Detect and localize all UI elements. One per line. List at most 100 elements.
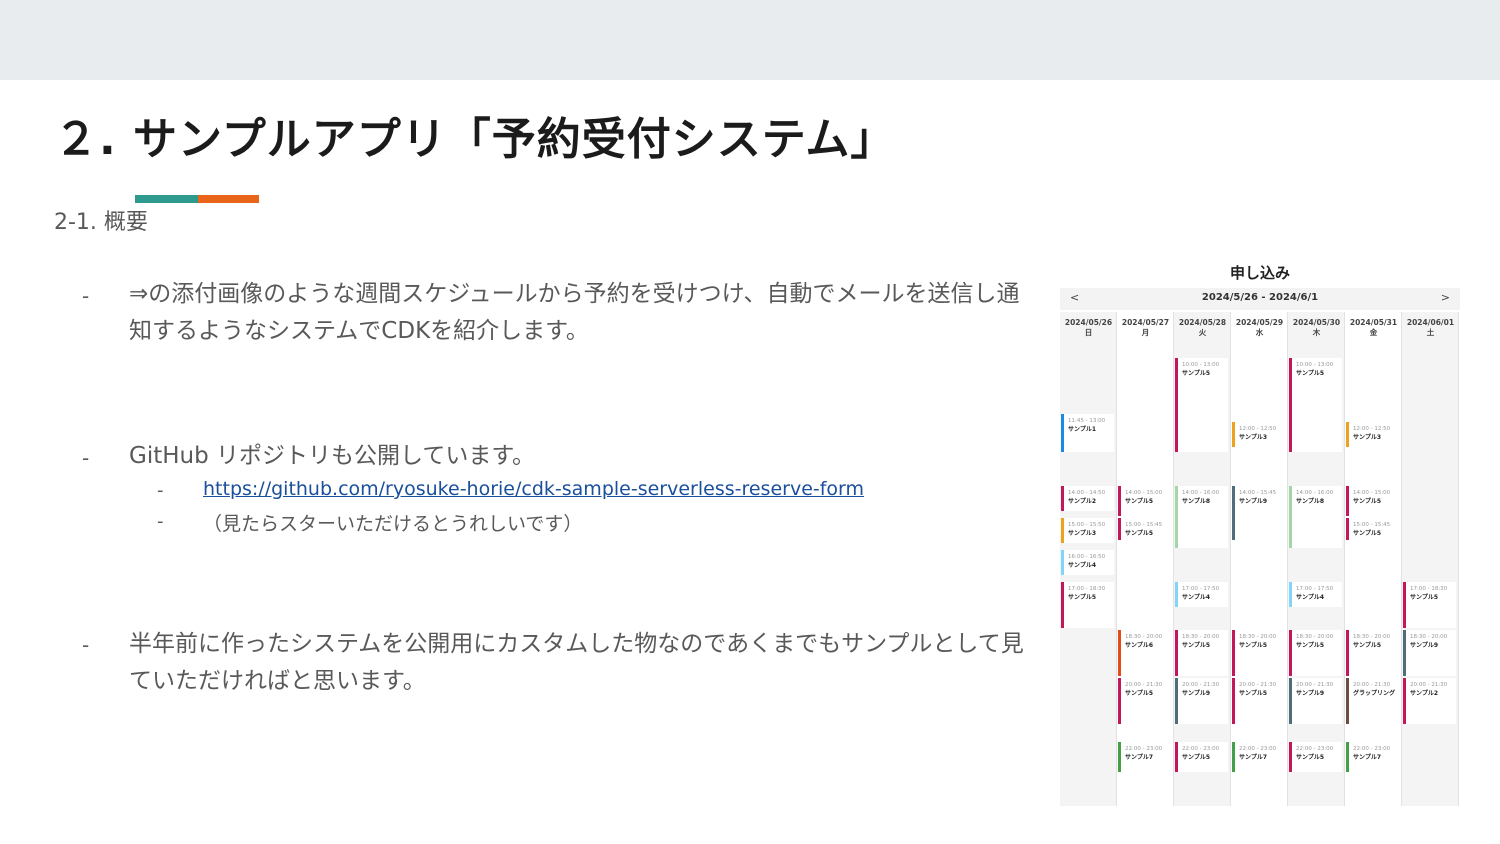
calendar-event-time: 17:00 - 18:30: [1410, 586, 1448, 592]
calendar-event-time: 20:00 - 21:30: [1182, 682, 1220, 688]
calendar-event-time: 16:00 - 16:50: [1068, 554, 1106, 560]
calendar-event-name: サンプル3: [1353, 434, 1381, 441]
calendar-event-time: 22:00 - 23:00: [1125, 746, 1163, 752]
calendar-event-name: サンプル7: [1125, 754, 1153, 761]
calendar-event-name: サンプル5: [1410, 594, 1438, 601]
accent-bar-orange: [198, 195, 259, 203]
calendar-heading: 申し込み: [1229, 264, 1290, 282]
calendar-next-button[interactable]: >: [1441, 291, 1450, 304]
calendar-event-time: 14:00 - 15:00: [1125, 490, 1163, 496]
calendar-day-header: 2024/05/30 木: [1288, 312, 1345, 338]
sub-bullet-dash: -: [157, 480, 164, 501]
calendar-nav-bar: < 2024/5/26 - 2024/6/1 >: [1060, 288, 1460, 310]
calendar-event-time: 15:00 - 15:50: [1068, 522, 1106, 528]
calendar-event[interactable]: 20:00 - 21:30 サンプル5: [1232, 678, 1285, 724]
calendar-event[interactable]: 12:00 - 12:50 サンプル3: [1346, 422, 1399, 447]
calendar-event[interactable]: 10:00 - 13:00 サンプル5: [1175, 358, 1228, 452]
calendar-event[interactable]: 17:00 - 18:30 サンプル5: [1403, 582, 1456, 628]
calendar-event[interactable]: 15:00 - 15:45 サンプル5: [1346, 518, 1399, 540]
github-repo-link[interactable]: https://github.com/ryosuke-horie/cdk-sam…: [203, 478, 864, 500]
calendar-day-weekday: 土: [1426, 328, 1435, 337]
calendar-event[interactable]: 22:00 - 23:00 サンプル5: [1289, 742, 1342, 772]
calendar-event[interactable]: 14:00 - 15:00 サンプル5: [1118, 486, 1171, 516]
bullet-text-3: 半年前に作ったシステムを公開用にカスタムした物なのであくまでもサンプルとして見て…: [129, 631, 1024, 694]
calendar-event[interactable]: 17:00 - 17:50 サンプル4: [1289, 582, 1342, 607]
calendar-day-column: 2024/05/27 月 14:00 - 15:00 サンプル5 15:00 - 15:…: [1117, 312, 1174, 806]
calendar-event[interactable]: 20:00 - 21:30 サンプル9: [1175, 678, 1228, 724]
calendar-event[interactable]: 15:00 - 15:50 サンプル3: [1061, 518, 1114, 543]
calendar-event[interactable]: 22:00 - 23:00 サンプル5: [1175, 742, 1228, 772]
calendar-event[interactable]: 18:30 - 20:00 サンプル5: [1175, 630, 1228, 676]
calendar-event[interactable]: 18:30 - 20:00 サンプル6: [1118, 630, 1171, 676]
calendar-event[interactable]: 22:00 - 23:00 サンプル7: [1232, 742, 1285, 772]
calendar-event-time: 14:00 - 15:45: [1239, 490, 1277, 496]
calendar-event-name: サンプル9: [1182, 690, 1210, 697]
calendar-event[interactable]: 22:00 - 23:00 サンプル7: [1346, 742, 1399, 772]
calendar-event-time: 22:00 - 23:00: [1353, 746, 1391, 752]
calendar-event[interactable]: 22:00 - 23:00 サンプル7: [1118, 742, 1171, 772]
calendar-event[interactable]: 17:00 - 18:30 サンプル5: [1061, 582, 1114, 628]
calendar-event-name: サンプル8: [1182, 498, 1210, 505]
calendar-day-weekday: 水: [1255, 328, 1264, 337]
calendar-event-name: サンプル5: [1125, 690, 1153, 697]
calendar-event-time: 17:00 - 17:50: [1182, 586, 1220, 592]
bullet-dash: -: [82, 446, 90, 470]
calendar-event[interactable]: 20:00 - 21:30 サンプル5: [1118, 678, 1171, 724]
calendar-event-name: サンプル9: [1296, 690, 1324, 697]
calendar-day-date: 2024/05/31: [1349, 318, 1398, 327]
calendar-day-column: 2024/05/31 金 12:00 - 12:50 サンプル3 14:00 - 15:…: [1345, 312, 1402, 806]
calendar-event-time: 11:45 - 13:00: [1068, 418, 1106, 424]
calendar-day-weekday: 月: [1141, 328, 1150, 337]
calendar-event-time: 20:00 - 21:30: [1353, 682, 1391, 688]
calendar-day-header: 2024/05/28 火: [1174, 312, 1231, 338]
calendar-event-name: サンプル1: [1068, 426, 1096, 433]
calendar-event[interactable]: 15:00 - 15:45 サンプル5: [1118, 518, 1171, 540]
calendar-event-time: 14:00 - 16:00: [1296, 490, 1334, 496]
calendar-event[interactable]: 14:00 - 15:00 サンプル5: [1346, 486, 1399, 516]
calendar-event-name: サンプル3: [1239, 434, 1267, 441]
calendar-day-header: 2024/05/31 金: [1345, 312, 1402, 338]
calendar-event-time: 18:30 - 20:00: [1296, 634, 1334, 640]
calendar-event-time: 14:00 - 15:00: [1353, 490, 1391, 496]
calendar-event-name: サンプル2: [1410, 690, 1438, 697]
calendar-event-time: 22:00 - 23:00: [1239, 746, 1277, 752]
calendar-event[interactable]: 18:30 - 20:00 サンプル5: [1346, 630, 1399, 676]
slide-header-band: [0, 0, 1500, 80]
calendar-day-column: 2024/05/26 日 11:45 - 13:00 サンプル1 14:00 - 14:…: [1060, 312, 1117, 806]
calendar-event-name: サンプル5: [1353, 498, 1381, 505]
calendar-event[interactable]: 14:00 - 14:50 サンプル2: [1061, 486, 1114, 511]
calendar-event[interactable]: 10:00 - 13:00 サンプル5: [1289, 358, 1342, 452]
calendar-event-time: 20:00 - 21:30: [1410, 682, 1448, 688]
section-subtitle: 2-1. 概要: [54, 210, 148, 235]
sub-bullet-dash: -: [157, 511, 164, 532]
calendar-day-header: 2024/05/29 水: [1231, 312, 1288, 338]
calendar-event-name: サンプル5: [1296, 370, 1324, 377]
calendar-event[interactable]: 11:45 - 13:00 サンプル1: [1061, 414, 1114, 452]
calendar-event-time: 18:30 - 20:00: [1410, 634, 1448, 640]
github-link-item: https://github.com/ryosuke-horie/cdk-sam…: [203, 478, 864, 500]
calendar-event[interactable]: 14:00 - 16:00 サンプル8: [1175, 486, 1228, 548]
calendar-event[interactable]: 18:30 - 20:00 サンプル5: [1232, 630, 1285, 676]
calendar-event-time: 18:30 - 20:00: [1353, 634, 1391, 640]
calendar-event[interactable]: 14:00 - 16:00 サンプル8: [1289, 486, 1342, 548]
calendar-event-time: 12:00 - 12:50: [1239, 426, 1277, 432]
calendar-event[interactable]: 14:00 - 15:45 サンプル9: [1232, 486, 1285, 540]
calendar-event-name: サンプル5: [1353, 642, 1381, 649]
calendar-event-time: 15:00 - 15:45: [1353, 522, 1391, 528]
calendar-event[interactable]: 20:00 - 21:30 サンプル2: [1403, 678, 1456, 724]
calendar-event[interactable]: 18:30 - 20:00 サンプル5: [1289, 630, 1342, 676]
calendar-week-grid: 2024/05/26 日 11:45 - 13:00 サンプル1 14:00 - 14:…: [1060, 312, 1460, 806]
calendar-event-name: サンプル9: [1239, 498, 1267, 505]
calendar-event[interactable]: 18:30 - 20:00 サンプル9: [1403, 630, 1456, 676]
calendar-day-weekday: 木: [1312, 328, 1321, 337]
calendar-event-time: 22:00 - 23:00: [1182, 746, 1220, 752]
calendar-event-name: サンプル5: [1239, 642, 1267, 649]
calendar-day-column: 2024/05/28 火 10:00 - 13:00 サンプル5 14:00 - 16:…: [1174, 312, 1231, 806]
calendar-event-name: サンプル5: [1125, 498, 1153, 505]
calendar-event[interactable]: 17:00 - 17:50 サンプル4: [1175, 582, 1228, 607]
calendar-event[interactable]: 20:00 - 21:30 サンプル9: [1289, 678, 1342, 724]
calendar-event[interactable]: 12:00 - 12:50 サンプル3: [1232, 422, 1285, 447]
slide-title: ２. サンプルアプリ「予約受付システム」: [54, 114, 896, 165]
calendar-event[interactable]: 20:00 - 21:30 グラップリング: [1346, 678, 1399, 724]
calendar-event[interactable]: 16:00 - 16:50 サンプル4: [1061, 550, 1114, 575]
